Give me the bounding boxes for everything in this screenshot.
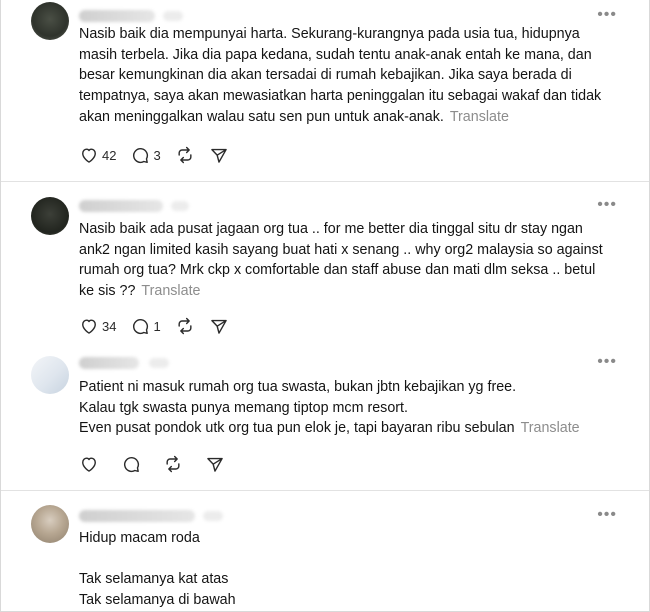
translate-link[interactable]: Translate: [141, 283, 200, 299]
post-line: masih terbela. Jika dia papa kedana, sud…: [79, 46, 592, 63]
send-icon: [210, 319, 227, 334]
post-line: akan meninggalkan walau satu sen pun unt…: [79, 108, 444, 125]
username-blurred[interactable]: [79, 357, 139, 369]
repost-icon: [166, 455, 180, 473]
post-line: rumah org tua? Mrk ckp x comfortable dan…: [79, 262, 596, 279]
heart-icon: [82, 148, 96, 163]
post-actions: 34 1: [79, 315, 243, 337]
more-options-icon[interactable]: •••: [597, 7, 617, 23]
like-count: 42: [102, 147, 117, 163]
username-blurred[interactable]: [79, 200, 163, 212]
post-line: ank2 ngan limited kasih sayang buat hati…: [79, 241, 603, 258]
translate-link[interactable]: Translate: [521, 420, 580, 436]
repost-button[interactable]: [163, 454, 183, 474]
avatar[interactable]: [31, 2, 69, 40]
post-text: Hidup macam roda Tak selamanya kat atas …: [79, 528, 624, 611]
username-blurred[interactable]: [79, 510, 195, 522]
timestamp-blurred: [171, 201, 189, 211]
send-icon: [207, 457, 223, 472]
translate-link[interactable]: Translate: [450, 109, 509, 125]
post-line-blank: [79, 549, 624, 570]
post-actions: [79, 453, 239, 475]
post-line: Patient ni masuk rumah org tua swasta, b…: [79, 379, 517, 395]
repost-icon: [178, 317, 192, 335]
like-button[interactable]: 34: [79, 316, 116, 336]
post-line: Kalau tgk swasta punya memang tiptop mcm…: [79, 399, 408, 416]
send-icon: [210, 148, 227, 163]
more-options-icon[interactable]: •••: [597, 507, 617, 523]
reply-button[interactable]: 1: [130, 316, 161, 336]
heart-icon: [82, 319, 96, 334]
post-line: Nasib baik ada pusat jagaan org tua .. f…: [79, 221, 583, 237]
reply-count: 1: [153, 318, 161, 334]
more-options-icon[interactable]: •••: [597, 354, 617, 370]
heart-icon: [82, 457, 96, 472]
timestamp-blurred: [149, 358, 169, 368]
post-line: Tak selamanya di bawah: [79, 592, 236, 609]
avatar[interactable]: [31, 197, 69, 235]
post-line: ke sis ??: [79, 283, 136, 300]
post-divider: [1, 490, 649, 491]
post-line: Even pusat pondok utk org tua pun elok j…: [79, 420, 515, 437]
post-divider: [1, 181, 649, 182]
avatar[interactable]: [31, 505, 69, 543]
comment-icon: [124, 457, 140, 473]
post-line: Tak selamanya kat atas: [79, 571, 229, 588]
post-text: Nasib baik ada pusat jagaan org tua .. f…: [79, 219, 624, 302]
share-button[interactable]: [209, 316, 229, 336]
more-options-icon[interactable]: •••: [597, 197, 617, 213]
reply-count: 3: [153, 147, 161, 163]
threads-reply-list: ••• Nasib baik dia mempunyai harta. Seku…: [0, 0, 650, 612]
avatar[interactable]: [31, 356, 69, 394]
reply-button[interactable]: [121, 454, 141, 474]
like-count: 34: [102, 318, 117, 334]
username-blurred[interactable]: [79, 10, 155, 22]
post-line: tempatnya, saya akan mewasiatkan harta p…: [79, 88, 602, 105]
share-button[interactable]: [209, 145, 229, 165]
share-button[interactable]: [205, 454, 225, 474]
comment-icon: [133, 319, 149, 335]
like-button[interactable]: 42: [79, 145, 116, 165]
reply-button[interactable]: 3: [130, 145, 161, 165]
post-text: Patient ni masuk rumah org tua swasta, b…: [79, 377, 624, 439]
like-button[interactable]: [79, 454, 99, 474]
repost-button[interactable]: [175, 316, 195, 336]
timestamp-blurred: [203, 511, 223, 521]
repost-button[interactable]: [175, 145, 195, 165]
comment-icon: [133, 148, 149, 164]
timestamp-blurred: [163, 11, 183, 21]
post-line: Hidup macam roda: [79, 530, 200, 546]
post-line: Nasib baik dia mempunyai harta. Sekurang…: [79, 26, 580, 42]
post-actions: 42 3: [79, 144, 243, 166]
post-text: Nasib baik dia mempunyai harta. Sekurang…: [79, 24, 624, 128]
repost-icon: [178, 146, 192, 164]
post-line: besar kemungkinan dia akan tersadai di r…: [79, 67, 572, 84]
